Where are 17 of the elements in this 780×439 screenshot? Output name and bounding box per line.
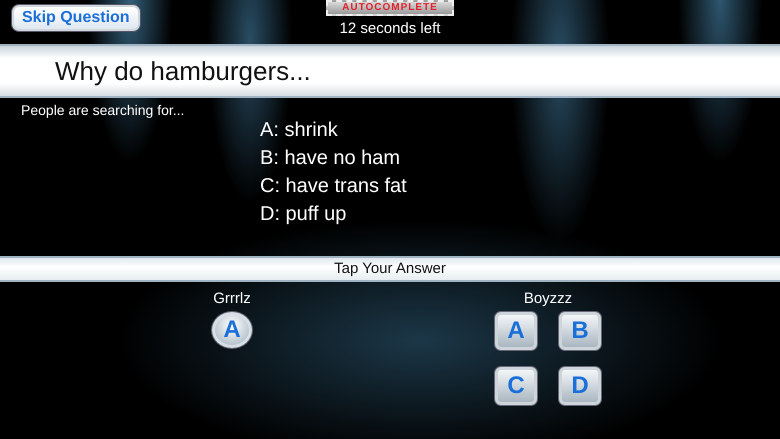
prompt-text: People are searching for... (21, 102, 186, 118)
answer-square-button[interactable]: C (495, 367, 537, 405)
mode-badge: AUTOCOMPLETE (326, 0, 454, 16)
answer-bar-label: Tap Your Answer (333, 259, 447, 279)
team-name: Boyzzz (524, 290, 572, 307)
answer-choice: C: have trans fat (260, 174, 408, 199)
countdown-timer: 12 seconds left (340, 20, 440, 37)
question-text: Why do hamburgers... (54, 55, 312, 87)
answer-choice: D: puff up (260, 202, 348, 227)
answer-round-button[interactable]: A (212, 312, 252, 348)
answer-choice: B: have no ham (260, 146, 402, 171)
team-name: Grrrlz (213, 290, 251, 307)
skip-question-button[interactable]: Skip Question (12, 5, 140, 31)
answer-choice: A: shrink (260, 118, 339, 143)
answer-square-button[interactable]: B (559, 312, 601, 350)
answer-square-button[interactable]: D (559, 367, 601, 405)
answer-square-button[interactable]: A (495, 312, 537, 350)
